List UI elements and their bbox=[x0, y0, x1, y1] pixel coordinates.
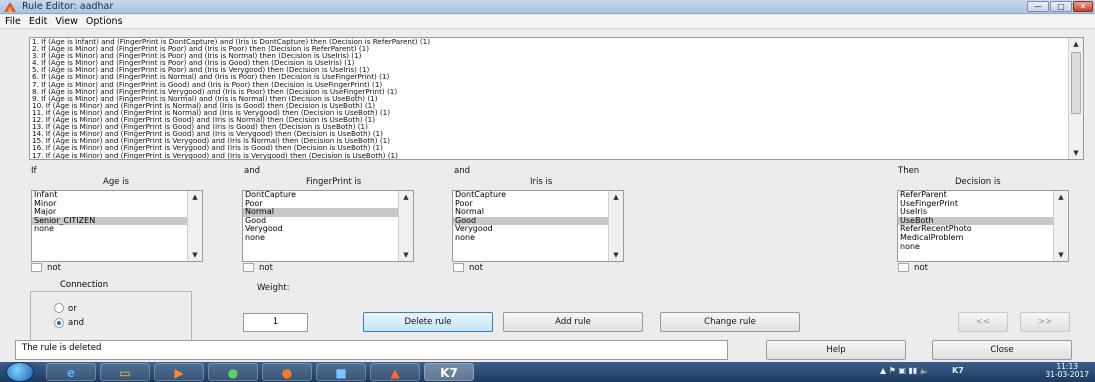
decision-not-checkbox[interactable] bbox=[898, 263, 909, 272]
then-label: Then bbox=[898, 166, 920, 176]
taskbar: e ▭ ▶ ● ● ■ ▲ K7 ▲ ⚑ ▣ ▮▮ 🔈 K7 11:13 31-0… bbox=[0, 362, 1095, 382]
list-option[interactable]: Normal bbox=[243, 208, 413, 217]
close-window-button[interactable]: ✕ bbox=[1073, 1, 1093, 12]
close-button[interactable]: Close bbox=[932, 340, 1072, 360]
age-not-checkbox[interactable] bbox=[31, 263, 42, 272]
tray-icons[interactable]: ▲ ⚑ ▣ ▮▮ 🔈 bbox=[880, 366, 930, 375]
scroll-up-icon[interactable]: ▲ bbox=[609, 191, 623, 203]
listbox-scrollbar[interactable]: ▲ ▼ bbox=[187, 191, 202, 261]
tray-k7-icon[interactable]: K7 bbox=[952, 366, 964, 375]
decision-title: Decision is bbox=[955, 177, 1001, 187]
add-rule-button[interactable]: Add rule bbox=[503, 312, 643, 332]
scroll-up-icon[interactable]: ▲ bbox=[1054, 191, 1068, 203]
status-text: The rule is deleted bbox=[15, 340, 728, 360]
folder-icon[interactable]: ▭ bbox=[100, 363, 150, 381]
window-title: Rule Editor: aadhar bbox=[22, 1, 114, 12]
menu-view[interactable]: View bbox=[50, 15, 81, 27]
start-button[interactable] bbox=[6, 362, 34, 382]
maximize-button[interactable]: □ bbox=[1050, 1, 1072, 12]
list-option[interactable]: Verygood bbox=[243, 225, 413, 234]
list-option[interactable]: Infant bbox=[32, 191, 202, 200]
scroll-down-icon[interactable]: ▼ bbox=[1069, 147, 1083, 159]
fingerprint-title: FingerPrint is bbox=[306, 177, 362, 187]
outlook-icon[interactable]: ■ bbox=[316, 363, 366, 381]
connection-title: Connection bbox=[54, 280, 115, 290]
rule-item[interactable]: 18. If (Age is Major) and (FingerPrint i… bbox=[30, 158, 1083, 159]
scroll-up-icon[interactable]: ▲ bbox=[188, 191, 202, 203]
scroll-down-icon[interactable]: ▼ bbox=[399, 249, 413, 261]
menu-bar: File Edit View Options bbox=[0, 15, 1095, 29]
menu-edit[interactable]: Edit bbox=[24, 15, 50, 27]
list-option[interactable]: Senior_CITIZEN bbox=[32, 216, 202, 226]
iris-listbox[interactable]: DontCapture Poor Normal Good Verygood none ▲ ▼ bbox=[452, 190, 624, 262]
listbox-scrollbar[interactable]: ▲ ▼ bbox=[1053, 191, 1068, 261]
weight-input[interactable]: 1 bbox=[243, 313, 308, 332]
scroll-down-icon[interactable]: ▼ bbox=[609, 249, 623, 261]
iris-not-label: not bbox=[469, 263, 483, 273]
decision-listbox[interactable]: ReferParent UseFingerPrint UseIris UseBoth R… bbox=[897, 190, 1069, 262]
clock[interactable]: 11:13 31-03-2017 bbox=[1045, 363, 1089, 379]
ie-icon[interactable]: e bbox=[46, 363, 96, 381]
list-option[interactable]: none bbox=[453, 233, 623, 243]
listbox-scrollbar[interactable]: ▲ ▼ bbox=[608, 191, 623, 261]
list-option[interactable]: none bbox=[898, 242, 1068, 252]
title-bar: Rule Editor: aadhar — □ ✕ bbox=[0, 0, 1095, 14]
scroll-thumb[interactable] bbox=[1071, 52, 1081, 114]
list-option[interactable]: Normal bbox=[453, 208, 623, 217]
weight-label: Weight: bbox=[257, 283, 290, 293]
media-icon[interactable]: ▶ bbox=[154, 363, 204, 381]
age-not-label: not bbox=[47, 263, 61, 273]
rule-editor-window: Rule Editor: aadhar — □ ✕ File Edit View Op… bbox=[0, 0, 1095, 362]
chrome-icon[interactable]: ● bbox=[208, 363, 258, 381]
list-option[interactable]: Verygood bbox=[453, 225, 623, 234]
and-label: and bbox=[68, 318, 84, 328]
scroll-up-icon[interactable]: ▲ bbox=[399, 191, 413, 203]
fingerprint-listbox[interactable]: DontCapture Poor Normal Good Verygood none ▲ ▼ bbox=[242, 190, 414, 262]
minimize-button[interactable]: — bbox=[1027, 1, 1049, 12]
age-title: Age is bbox=[103, 177, 129, 187]
listbox-scrollbar[interactable]: ▲ ▼ bbox=[398, 191, 413, 261]
list-option[interactable]: none bbox=[32, 225, 202, 234]
fingerprint-not-checkbox[interactable] bbox=[243, 263, 254, 272]
next-rule-button[interactable]: >> bbox=[1020, 312, 1070, 332]
and-label-2: and bbox=[454, 166, 470, 176]
list-option[interactable]: Minor bbox=[32, 199, 202, 209]
matlab-icon bbox=[4, 2, 16, 12]
firefox-icon[interactable]: ● bbox=[262, 363, 312, 381]
rule-list-scrollbar[interactable]: ▲ ▼ bbox=[1068, 38, 1083, 159]
list-option[interactable]: DontCapture bbox=[243, 191, 413, 200]
list-option[interactable]: MedicalProblem bbox=[898, 233, 1068, 243]
menu-options[interactable]: Options bbox=[81, 15, 126, 27]
list-option[interactable]: DontCapture bbox=[453, 191, 623, 200]
previous-rule-button[interactable]: << bbox=[958, 312, 1008, 332]
or-label: or bbox=[68, 304, 77, 314]
rule-list[interactable]: 1. If (Age is Infant) and (FingerPrint i… bbox=[29, 37, 1084, 160]
connection-group bbox=[30, 291, 192, 346]
if-label: If bbox=[31, 166, 37, 176]
k7-taskbar-icon[interactable]: K7 bbox=[424, 363, 474, 381]
decision-not-label: not bbox=[914, 263, 928, 273]
iris-title: Iris is bbox=[530, 177, 553, 187]
menu-file[interactable]: File bbox=[0, 15, 24, 27]
scroll-down-icon[interactable]: ▼ bbox=[1054, 249, 1068, 261]
age-listbox[interactable]: Infant Minor Major Senior_CITIZEN none ▲ ▼ bbox=[31, 190, 203, 262]
matlab-taskbar-icon[interactable]: ▲ bbox=[370, 363, 420, 381]
scroll-down-icon[interactable]: ▼ bbox=[188, 249, 202, 261]
change-rule-button[interactable]: Change rule bbox=[660, 312, 800, 332]
delete-rule-button[interactable]: Delete rule bbox=[363, 312, 493, 332]
or-radio[interactable] bbox=[54, 303, 64, 313]
and-label-1: and bbox=[244, 166, 260, 176]
iris-not-checkbox[interactable] bbox=[453, 263, 464, 272]
fingerprint-not-label: not bbox=[259, 263, 273, 273]
help-button[interactable]: Help bbox=[766, 340, 906, 360]
list-option[interactable]: none bbox=[243, 233, 413, 243]
scroll-up-icon[interactable]: ▲ bbox=[1069, 38, 1083, 50]
and-radio[interactable] bbox=[54, 318, 64, 328]
